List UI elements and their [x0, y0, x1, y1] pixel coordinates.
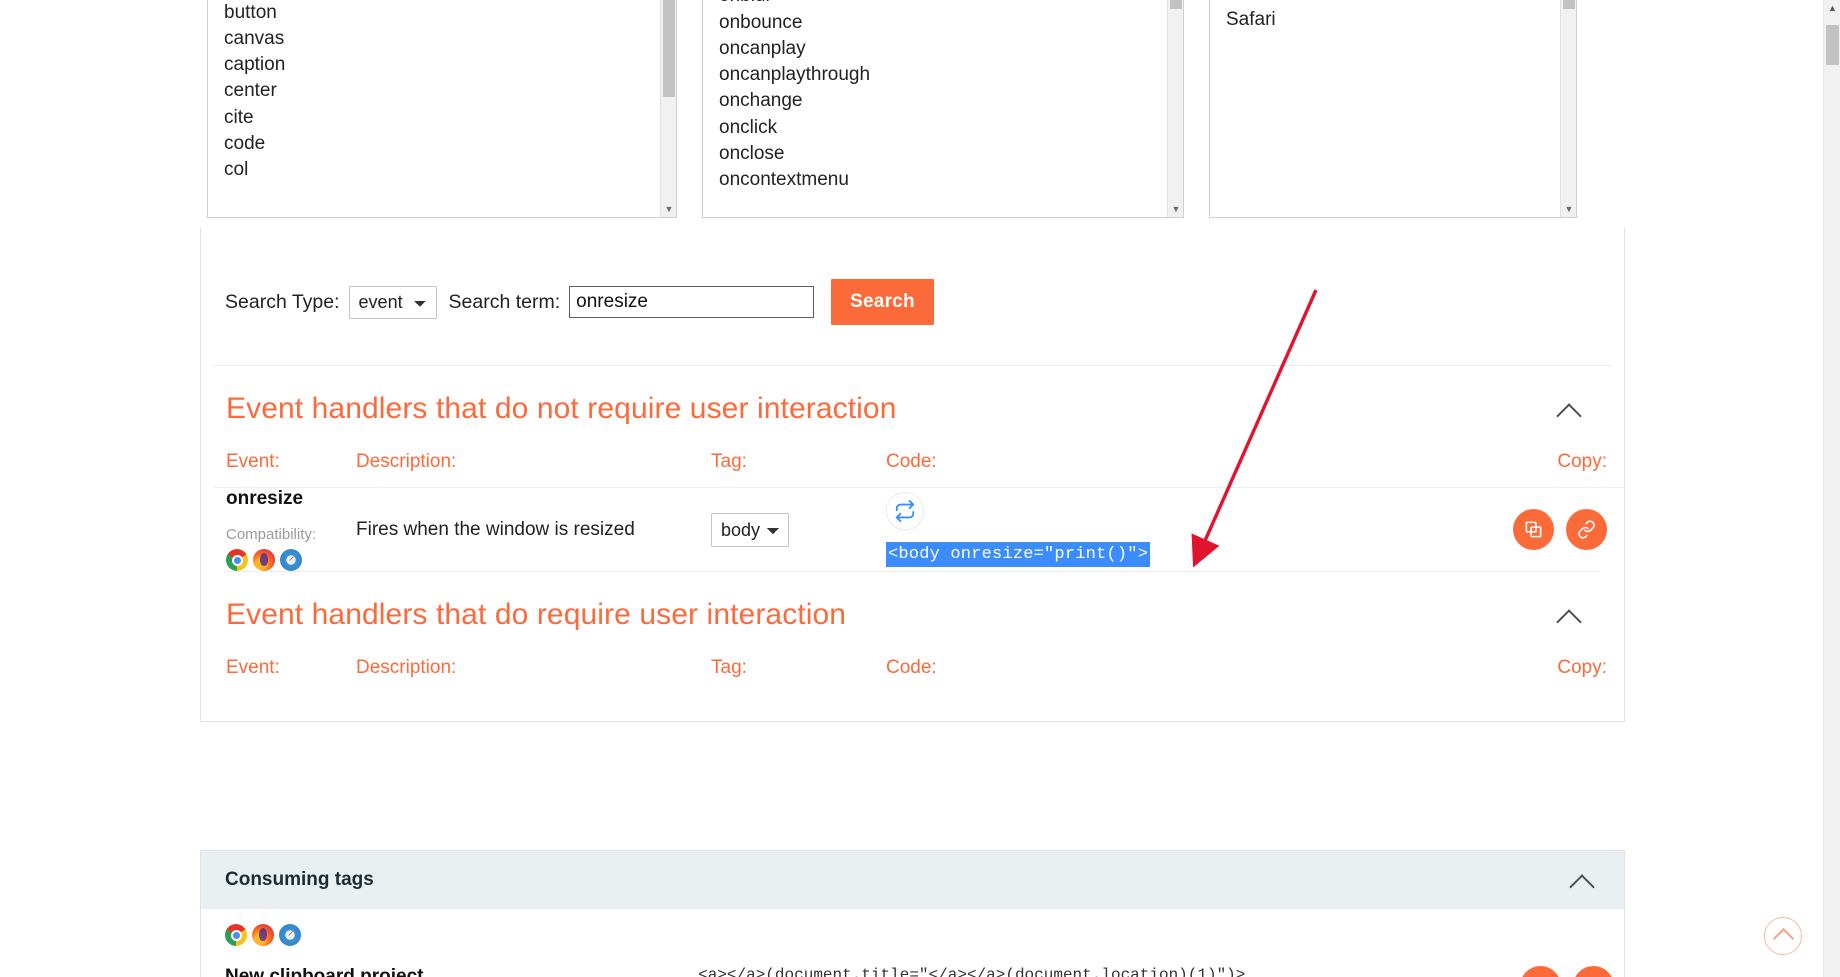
firefox-icon — [253, 549, 275, 571]
events-table-requires-interaction: Event: Description: Tag: Code: Copy: — [214, 644, 1624, 693]
chevron-up-icon[interactable] — [1568, 869, 1602, 891]
main-card: Search Type: eventtagcode Search term: S… — [200, 227, 1625, 722]
code-snippet[interactable]: <body onresize="print()"> — [886, 542, 1151, 567]
list-item[interactable]: Safari — [1222, 7, 1576, 33]
events-listbox[interactable]: onbeginonbluronbounceoncanplayoncanplayt… — [702, 0, 1184, 218]
column-header-copy: Copy: — [1557, 657, 1607, 678]
section-title: Event handlers that do not require user … — [226, 392, 897, 425]
list-item[interactable]: onbounce — [715, 10, 1183, 36]
table-header-row: Event: Description: Tag: Code: Copy: — [214, 438, 1624, 488]
column-header-tag: Tag: — [711, 657, 747, 678]
events-table-no-interaction: Event: Description: Tag: Code: Copy: onr… — [214, 438, 1624, 571]
cell-description: Fires when the window is resized — [356, 518, 635, 540]
copy-icon-button[interactable] — [1513, 509, 1554, 550]
scroll-up-arrow-icon[interactable]: ▲ — [1824, 3, 1840, 13]
copy-icon-button[interactable] — [1520, 966, 1561, 977]
scroll-down-arrow-icon[interactable]: ▼ — [1561, 201, 1576, 217]
search-input[interactable] — [569, 286, 815, 318]
page-scrollbar[interactable]: ▲ — [1823, 0, 1840, 977]
list-item[interactable]: button — [220, 0, 676, 26]
column-header-code: Code: — [886, 451, 937, 472]
consuming-tags-body — [201, 909, 1624, 946]
consuming-tags-title: Consuming tags — [225, 869, 374, 890]
list-item[interactable]: onclose — [715, 141, 1183, 167]
consuming-tags-panel: Consuming tags New clipboard project <a>… — [200, 850, 1625, 977]
list-item[interactable]: onblur — [715, 0, 1183, 10]
list-item[interactable]: caption — [220, 52, 676, 78]
section-no-interaction: Event handlers that do not require user … — [214, 366, 1624, 571]
section-requires-interaction: Event handlers that do require user inte… — [214, 572, 1611, 721]
event-name: onresize — [226, 488, 304, 509]
list-item[interactable]: onclick — [715, 115, 1183, 141]
tags-listbox-scrollbar[interactable]: ▲ ▼ — [660, 0, 676, 217]
browsers-listbox[interactable]: ChromeFirefoxSafari ▲ ▼ — [1209, 0, 1577, 218]
browsers-listbox-scrollbar[interactable]: ▲ ▼ — [1560, 0, 1576, 217]
list-item[interactable]: oncanplaythrough — [715, 62, 1183, 88]
list-item[interactable]: Firefox — [1222, 0, 1576, 7]
page-root: bodybrbuttoncanvascaptioncentercitecodec… — [0, 0, 1840, 977]
column-header-code: Code: — [886, 657, 937, 678]
column-header-tag: Tag: — [711, 451, 747, 472]
link-icon-button[interactable] — [1573, 966, 1614, 977]
chevron-up-icon[interactable] — [1555, 398, 1589, 420]
firefox-icon — [252, 924, 274, 946]
scroll-down-arrow-icon[interactable]: ▼ — [661, 201, 676, 217]
column-header-description: Description: — [356, 451, 457, 472]
list-item[interactable]: onchange — [715, 88, 1183, 114]
search-type-label: Search Type: — [225, 290, 340, 313]
swap-code-icon[interactable] — [886, 492, 924, 530]
cell-tag: bodyframesetiframe — [699, 488, 874, 572]
compatibility-browsers — [226, 549, 344, 571]
list-item[interactable]: canvas — [220, 26, 676, 52]
next-row-buttons — [1520, 966, 1614, 977]
events-listbox-scrollbar[interactable]: ▲ ▼ — [1167, 0, 1183, 217]
search-bar: Search Type: eventtagcode Search term: S… — [213, 227, 1612, 366]
column-header-event: Event: — [226, 657, 280, 678]
scroll-to-top-button[interactable] — [1764, 917, 1802, 955]
search-type-select[interactable]: eventtagcode — [348, 285, 437, 319]
cell-event: onresize Compatibility: — [214, 488, 344, 571]
tag-select[interactable]: bodyframesetiframe — [711, 512, 789, 547]
column-header-description: Description: — [356, 657, 457, 678]
section-title: Event handlers that do require user inte… — [226, 598, 847, 631]
cell-code: <body onresize="print()"> — [874, 488, 1324, 572]
search-button[interactable]: Search — [831, 279, 934, 325]
list-item[interactable]: center — [220, 78, 676, 104]
consuming-tags-header[interactable]: Consuming tags — [201, 851, 1624, 909]
chevron-up-icon — [1772, 927, 1794, 950]
chrome-icon — [225, 924, 247, 946]
link-icon-button[interactable] — [1566, 509, 1607, 550]
next-row-code: <a></a>(document.title="</a></a>(documen… — [698, 966, 1246, 977]
compatibility-label: Compatibility: — [226, 526, 317, 543]
scroll-down-arrow-icon[interactable]: ▼ — [1168, 201, 1183, 217]
safari-icon — [279, 924, 301, 946]
cell-copy — [1324, 488, 1624, 572]
list-item[interactable]: code — [220, 131, 676, 157]
table-row: onresize Compatibility: Fires when the w… — [214, 488, 1624, 572]
section-header[interactable]: Event handlers that do require user inte… — [214, 572, 1611, 644]
next-row-label: New clipboard project — [225, 966, 424, 977]
list-item[interactable]: col — [220, 157, 676, 183]
page-scrollbar-thumb[interactable] — [1826, 25, 1839, 65]
table-header-row: Event: Description: Tag: Code: Copy: — [214, 644, 1624, 693]
list-item[interactable]: oncontextmenu — [715, 167, 1183, 193]
search-term-label: Search term: — [448, 290, 561, 313]
safari-icon — [280, 549, 302, 571]
tags-listbox[interactable]: bodybrbuttoncanvascaptioncentercitecodec… — [207, 0, 677, 218]
column-header-event: Event: — [226, 451, 280, 472]
section-header[interactable]: Event handlers that do not require user … — [214, 366, 1611, 438]
chevron-up-icon[interactable] — [1555, 604, 1589, 626]
consuming-browsers — [225, 924, 1600, 946]
listbox-group: bodybrbuttoncanvascaptioncentercitecodec… — [0, 0, 1825, 218]
next-row-partial: New clipboard project <a></a>(document.t… — [201, 966, 1624, 977]
chrome-icon — [226, 549, 248, 571]
list-item[interactable]: cite — [220, 105, 676, 131]
list-item[interactable]: oncanplay — [715, 36, 1183, 62]
column-header-copy: Copy: — [1557, 451, 1607, 472]
